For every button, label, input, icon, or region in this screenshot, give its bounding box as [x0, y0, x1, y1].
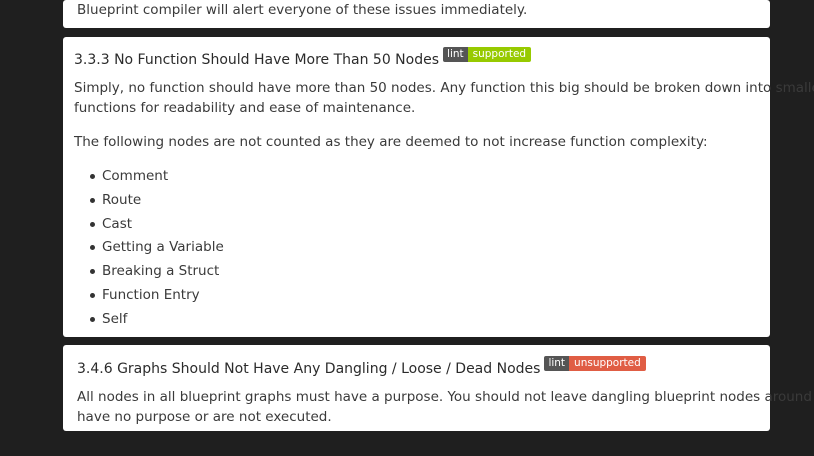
list-item: Comment	[90, 166, 224, 190]
section-333-heading: 3.3.3 No Function Should Have More Than …	[74, 47, 532, 69]
section-346-paragraph-line-1: All nodes in all blueprint graphs must h…	[77, 389, 814, 405]
list-item: Function Entry	[90, 285, 224, 309]
section-333-paragraph-1-line-2: functions for readability and ease of ma…	[74, 100, 416, 116]
section-346-heading: 3.4.6 Graphs Should Not Have Any Danglin…	[77, 356, 646, 378]
badge-lint-label: lint	[443, 47, 468, 62]
badge-status-label: unsupported	[569, 356, 646, 371]
lint-supported-badge: lint supported	[443, 47, 532, 62]
section-333-paragraph-1-line-1: Simply, no function should have more tha…	[74, 80, 814, 96]
lint-unsupported-badge: lint unsupported	[544, 356, 646, 371]
excluded-nodes-list: Comment Route Cast Getting a Variable Br…	[90, 166, 224, 333]
section-346-card: 3.4.6 Graphs Should Not Have Any Danglin…	[63, 345, 814, 431]
previous-section-card: Blueprint compiler will alert everyone o…	[63, 0, 770, 28]
list-item: Route	[90, 190, 224, 214]
section-333-paragraph-2: The following nodes are not counted as t…	[74, 134, 708, 150]
list-item: Cast	[90, 214, 224, 238]
section-346-title: 3.4.6 Graphs Should Not Have Any Danglin…	[77, 361, 541, 377]
section-346-paragraph-line-2: have no purpose or are not executed.	[77, 409, 332, 425]
list-item: Breaking a Struct	[90, 261, 224, 285]
list-item: Getting a Variable	[90, 237, 224, 261]
previous-section-text: Blueprint compiler will alert everyone o…	[77, 2, 528, 18]
section-333-title: 3.3.3 No Function Should Have More Than …	[74, 52, 440, 68]
badge-status-label: supported	[467, 47, 532, 62]
section-333-card: 3.3.3 No Function Should Have More Than …	[63, 37, 814, 337]
list-item: Self	[90, 309, 224, 333]
badge-lint-label: lint	[544, 356, 570, 371]
